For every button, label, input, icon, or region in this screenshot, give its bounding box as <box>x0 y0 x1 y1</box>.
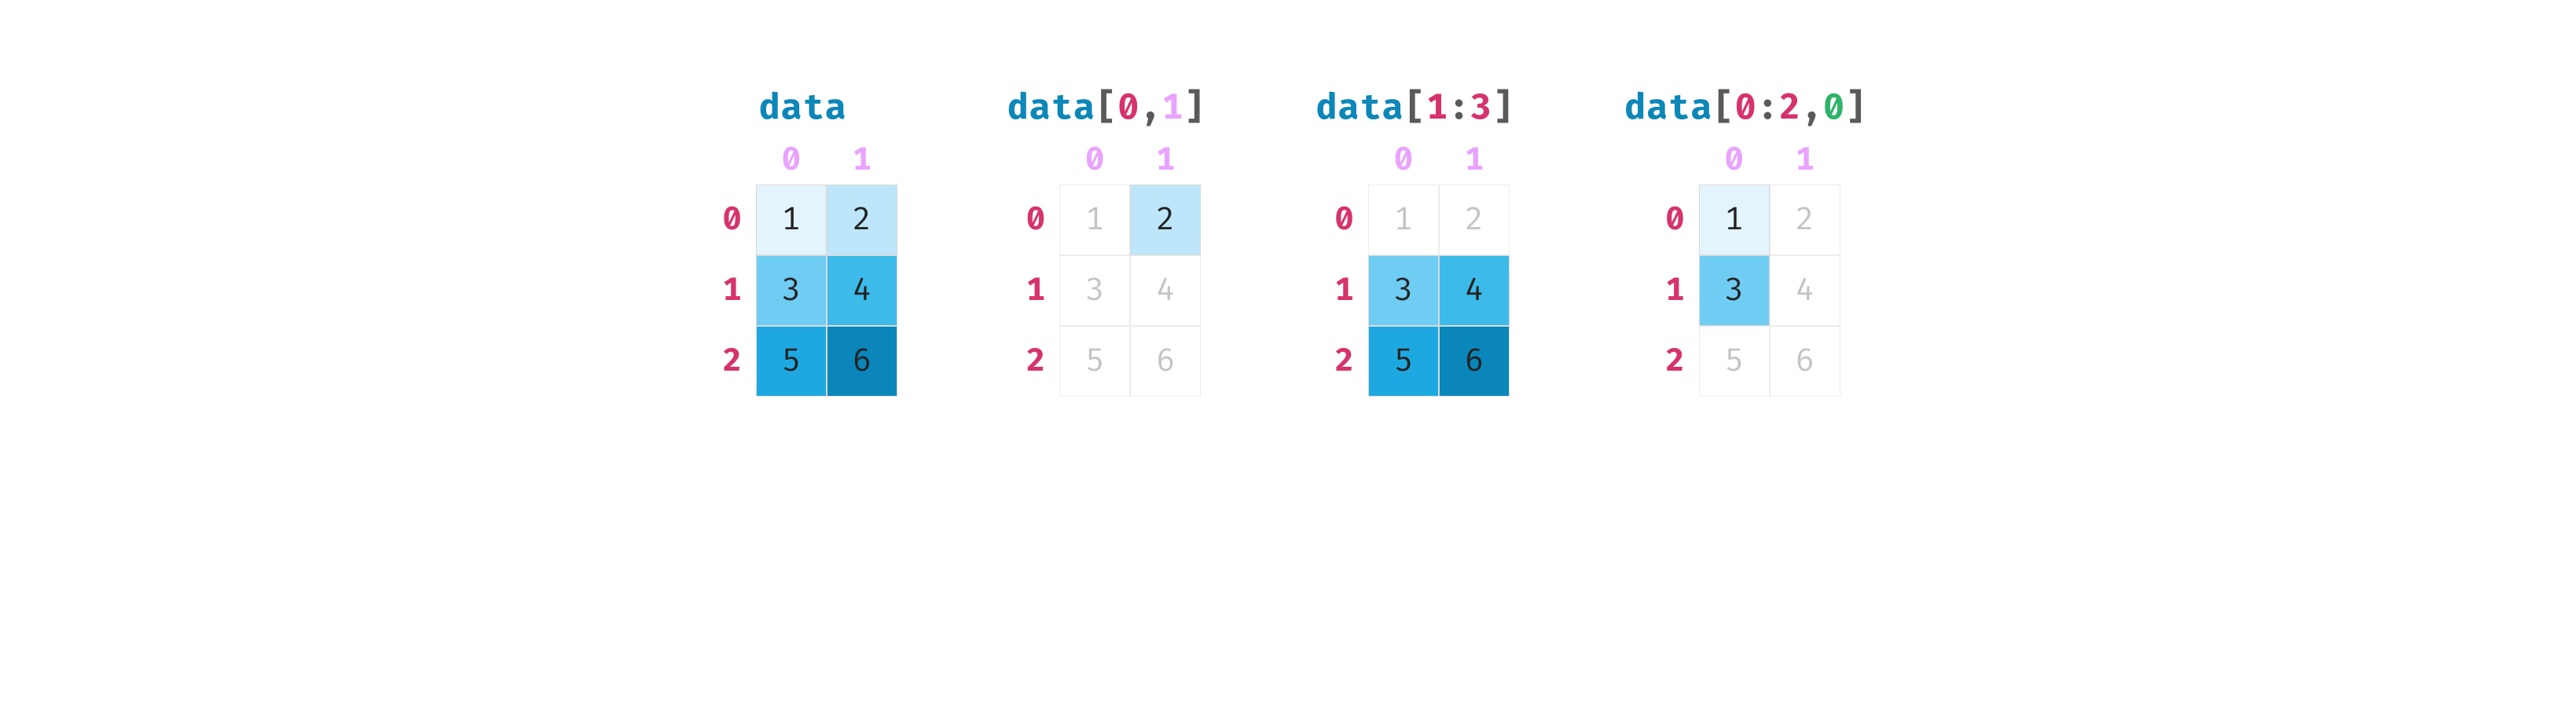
title-segment: ] <box>1845 86 1867 130</box>
array-cell: 1 <box>1059 185 1130 255</box>
grid-corner <box>1652 144 1699 185</box>
array-cell: 6 <box>1770 326 1840 397</box>
diagram-container: data01012134256data[0,1]01012134256data[… <box>709 0 1867 397</box>
title-segment: , <box>1139 86 1161 130</box>
title-segment: data <box>759 86 847 130</box>
row-header: 2 <box>1012 326 1059 397</box>
grid-corner <box>1321 144 1368 185</box>
panel-2: data[1:3]01012134256 <box>1316 86 1515 397</box>
row-header: 0 <box>1321 185 1368 255</box>
array-cell: 5 <box>1059 326 1130 397</box>
grid-corner <box>1012 144 1059 185</box>
array-grid: 01012134256 <box>1652 144 1840 397</box>
row-header: 0 <box>1652 185 1699 255</box>
title-segment: 2 <box>1779 86 1801 130</box>
panel-1: data[0,1]01012134256 <box>1007 86 1206 397</box>
array-cell: 2 <box>827 185 897 255</box>
title-segment: 0 <box>1823 86 1845 130</box>
title-segment: [ <box>1095 86 1117 130</box>
row-header: 1 <box>709 255 756 326</box>
row-header: 0 <box>709 185 756 255</box>
row-header: 1 <box>1652 255 1699 326</box>
array-cell: 5 <box>756 326 827 397</box>
array-cell: 1 <box>1368 185 1439 255</box>
array-cell: 2 <box>1770 185 1840 255</box>
panel-title: data <box>759 86 847 130</box>
array-cell: 5 <box>1699 326 1770 397</box>
col-header: 1 <box>1770 144 1840 185</box>
panel-3: data[0:2,0]01012134256 <box>1624 86 1867 397</box>
title-segment: data <box>1007 86 1095 130</box>
col-header: 1 <box>1439 144 1510 185</box>
title-segment: ] <box>1492 86 1514 130</box>
array-cell: 3 <box>1059 255 1130 326</box>
row-header: 1 <box>1012 255 1059 326</box>
panel-title: data[0,1] <box>1007 86 1206 130</box>
row-header: 2 <box>1321 326 1368 397</box>
row-header: 2 <box>1652 326 1699 397</box>
array-grid: 01012134256 <box>1321 144 1510 397</box>
array-cell: 3 <box>1699 255 1770 326</box>
grid-corner <box>709 144 756 185</box>
title-segment: 3 <box>1470 86 1492 130</box>
col-header: 1 <box>1130 144 1201 185</box>
panel-title: data[0:2,0] <box>1624 86 1867 130</box>
title-segment: data <box>1316 86 1404 130</box>
title-segment: 0 <box>1735 86 1757 130</box>
array-grid: 01012134256 <box>1012 144 1201 397</box>
title-segment: : <box>1757 86 1779 130</box>
title-segment: [ <box>1713 86 1735 130</box>
title-segment: 0 <box>1117 86 1139 130</box>
title-segment: data <box>1624 86 1712 130</box>
row-header: 1 <box>1321 255 1368 326</box>
array-cell: 1 <box>756 185 827 255</box>
array-cell: 4 <box>1770 255 1840 326</box>
col-header: 0 <box>1368 144 1439 185</box>
array-cell: 6 <box>1130 326 1201 397</box>
array-cell: 2 <box>1130 185 1201 255</box>
panel-title: data[1:3] <box>1316 86 1515 130</box>
title-segment: 1 <box>1161 86 1183 130</box>
array-cell: 4 <box>1130 255 1201 326</box>
title-segment: ] <box>1183 86 1205 130</box>
title-segment: , <box>1801 86 1823 130</box>
title-segment: : <box>1448 86 1470 130</box>
panel-0: data01012134256 <box>709 86 897 397</box>
array-cell: 1 <box>1699 185 1770 255</box>
col-header: 0 <box>1059 144 1130 185</box>
title-segment: [ <box>1404 86 1426 130</box>
array-cell: 4 <box>827 255 897 326</box>
array-grid: 01012134256 <box>709 144 897 397</box>
array-cell: 4 <box>1439 255 1510 326</box>
array-cell: 3 <box>1368 255 1439 326</box>
col-header: 0 <box>1699 144 1770 185</box>
array-cell: 6 <box>827 326 897 397</box>
row-header: 2 <box>709 326 756 397</box>
array-cell: 6 <box>1439 326 1510 397</box>
array-cell: 5 <box>1368 326 1439 397</box>
title-segment: 1 <box>1426 86 1448 130</box>
array-cell: 3 <box>756 255 827 326</box>
row-header: 0 <box>1012 185 1059 255</box>
col-header: 0 <box>756 144 827 185</box>
col-header: 1 <box>827 144 897 185</box>
array-cell: 2 <box>1439 185 1510 255</box>
